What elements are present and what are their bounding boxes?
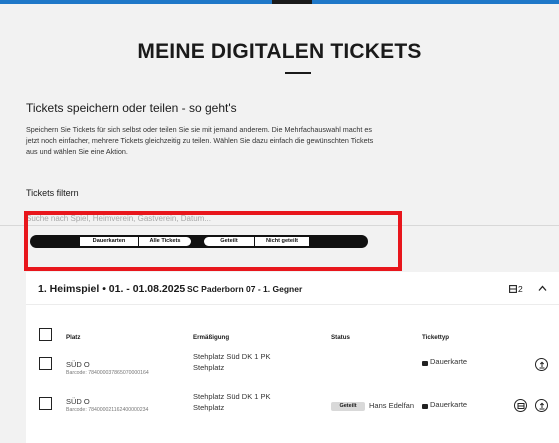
column-header-platz: Platz <box>66 334 81 341</box>
ticket-row-checkbox[interactable] <box>39 397 52 410</box>
highlight-frame <box>24 211 402 271</box>
ticket-type: Dauerkarte <box>430 400 468 409</box>
select-all-checkbox[interactable] <box>39 328 52 341</box>
title-underline <box>285 72 311 74</box>
ticket-seat: SÜD O <box>66 360 90 369</box>
howto-text: Speichern Sie Tickets für sich selbst od… <box>26 125 374 156</box>
chevron-up-icon[interactable] <box>538 285 547 292</box>
ticket-row-checkbox[interactable] <box>39 357 52 370</box>
season-ticket-icon <box>422 361 428 366</box>
game-opponent: SC Paderborn 07 - 1. Gegner <box>187 284 303 294</box>
ticket-barcode: Barcode: 784000037865070000164 <box>66 370 149 376</box>
ticket-stack-icon <box>509 285 517 293</box>
ticket-barcode: Barcode: 784000021162400000234 <box>66 407 149 413</box>
game-title[interactable]: 1. Heimspiel • 01. - 01.08.2025 <box>38 283 185 295</box>
page-title: MEINE DIGITALEN TICKETS <box>137 40 422 63</box>
share-icon[interactable] <box>535 399 548 412</box>
ticket-discount-sub: Stehplatz <box>193 363 225 372</box>
game-panel <box>26 272 559 443</box>
filter-heading: Tickets filtern <box>26 188 79 198</box>
panel-bottom <box>26 437 559 443</box>
ticket-discount-sub: Stehplatz <box>193 403 225 412</box>
top-accent-notch <box>272 0 312 4</box>
ticket-discount: Stehplatz Süd DK 1 PK <box>193 392 271 401</box>
howto-heading: Tickets speichern oder teilen - so geht'… <box>26 101 237 115</box>
column-header-status: Status <box>331 334 350 341</box>
status-badge: Geteilt <box>331 402 365 411</box>
column-header-ermaessigung: Ermäßigung <box>193 334 230 341</box>
shared-with-name: Hans Edelfan <box>369 401 415 410</box>
unshare-icon[interactable] <box>514 399 527 412</box>
season-ticket-icon <box>422 404 428 409</box>
ticket-type: Dauerkarte <box>430 357 468 366</box>
ticket-count: 2 <box>518 284 523 294</box>
ticket-seat: SÜD O <box>66 397 90 406</box>
share-icon[interactable] <box>535 358 548 371</box>
panel-divider <box>26 304 559 305</box>
column-header-tickettyp: Tickettyp <box>422 334 450 341</box>
ticket-discount: Stehplatz Süd DK 1 PK <box>193 352 271 361</box>
